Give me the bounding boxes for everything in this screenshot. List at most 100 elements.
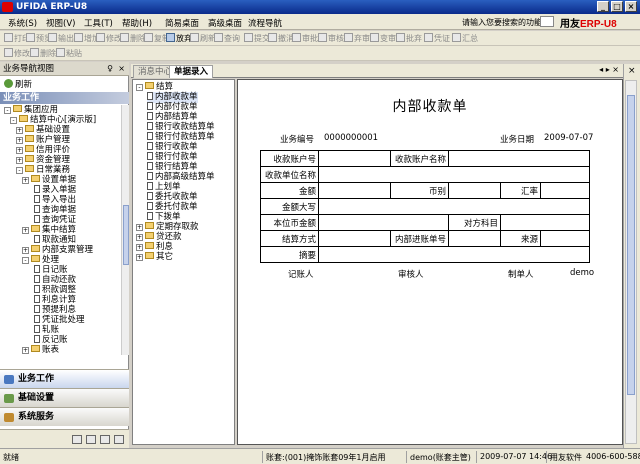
expand-icon[interactable]: + [22,347,29,354]
toolbar-button-16[interactable]: 批弃 [396,33,422,44]
local-amount-field[interactable] [318,214,449,231]
function-search-input[interactable] [540,16,554,27]
settle-method-field[interactable] [318,230,391,247]
maximize-button[interactable]: □ [611,1,623,12]
collapse-icon[interactable]: - [4,107,11,114]
toolbar-button-17[interactable]: 凭证 [424,33,450,44]
nav-tree-label: 凭证批处理 [42,315,85,325]
refresh-button[interactable]: 刷新 [4,78,32,90]
collapse-icon[interactable]: - [22,257,29,264]
expand-icon[interactable]: + [22,227,29,234]
toolbar-icon [48,33,57,42]
expand-icon[interactable]: + [136,244,143,251]
nav-tree-label: 基础设置 [36,125,71,135]
menu-process-nav[interactable]: 流程导航 [248,17,282,29]
expand-icon[interactable]: + [16,157,23,164]
doc-no-label: 业务编号 [280,135,315,145]
close-button[interactable]: × [625,1,637,12]
expand-icon[interactable]: + [16,147,23,154]
summary-field[interactable] [318,246,590,263]
expand-icon[interactable]: + [22,247,29,254]
doc-tree-item[interactable]: + 其它 [136,252,173,263]
nav-tree-label: 反记账 [42,335,68,345]
toolbar-button-1[interactable]: 删除 [30,48,56,59]
nav-close-icon[interactable]: × [118,62,125,76]
menu-tools[interactable]: 工具(T) [84,17,113,29]
basic-settings-icon [4,394,14,403]
menu-view[interactable]: 视图(V) [46,17,75,29]
maker-label: 制单人 [508,270,534,280]
currency-label: 币别 [390,182,449,199]
nav-business-work-button[interactable]: 业务工作 [0,369,129,388]
toolbar-label: 删除 [40,49,56,58]
toolbar-button-0[interactable]: 修改 [4,48,30,59]
toolbar-icon [26,33,35,42]
nav-tree-label: 轧账 [42,325,60,335]
maker-value: demo [570,268,595,278]
voucher-scrollbar[interactable] [625,80,637,444]
menu-help[interactable]: 帮助(H) [122,17,152,29]
toolbar-button-9[interactable]: 查询 [214,33,240,44]
toolbar-button-2[interactable]: 输出 [48,33,74,44]
pin-icon[interactable]: ♀ [107,62,113,76]
toolbar-button-13[interactable]: 审核 [318,33,344,44]
inner-account-field[interactable] [448,230,501,247]
nav-basic-settings-button[interactable]: 基础设置 [0,388,129,407]
document-icon [147,92,153,100]
rate-field[interactable] [540,182,590,199]
tools-icon[interactable] [72,435,82,444]
toolbar-button-5[interactable]: 删除 [120,33,146,44]
collapse-icon[interactable]: - [10,117,17,124]
expand-icon[interactable]: + [136,224,143,231]
nav-panel-header: 业务导航视图 ♀ × [0,62,129,76]
expand-icon[interactable]: + [16,127,23,134]
toolbar-label: 汇总 [462,34,478,43]
toolbar-button-10[interactable]: 提交 [244,33,270,44]
doc-no-value[interactable]: 0000000001 [324,133,378,143]
voucher-scroll-thumb[interactable] [627,95,635,395]
bookkeeper-label: 记账人 [288,270,314,280]
nav-scrollbar[interactable] [121,105,129,355]
tab-close-icon[interactable]: × [628,66,636,76]
folder-icon [145,232,154,239]
settings-icon[interactable] [100,435,110,444]
counter-subject-field[interactable] [500,214,590,231]
amount-field[interactable] [318,182,391,199]
toolbar-button-7[interactable]: 放弃 [166,33,192,44]
receive-account-field[interactable] [318,150,391,167]
collapse-icon[interactable]: - [16,167,23,174]
menu-system[interactable]: 系统(S) [8,17,37,29]
toolbar-button-12[interactable]: 审批 [292,33,318,44]
document-icon [147,192,153,200]
tab-document-entry[interactable]: 单据录入 [169,65,214,78]
toolbar-button-15[interactable]: 变审 [370,33,396,44]
minimize-button[interactable]: _ [597,1,609,12]
expand-icon[interactable]: + [16,137,23,144]
tab-controls[interactable]: ◂ ▸ × [599,65,619,74]
receive-account-name-field[interactable] [448,150,590,167]
toolbar-button-18[interactable]: 汇总 [452,33,478,44]
toolbar-label: 弃审 [354,34,370,43]
add-icon[interactable] [86,435,96,444]
currency-field[interactable] [448,182,501,199]
status-user: demo(账套主管) [410,453,471,462]
date-value[interactable]: 2009-07-07 [544,133,593,143]
menu-simple-desktop[interactable]: 简易桌面 [165,17,199,29]
expand-icon[interactable]: + [136,234,143,241]
toolbar-button-4[interactable]: 修改 [96,33,122,44]
toolbar-button-14[interactable]: 弃审 [344,33,370,44]
nav-basic-settings-label: 基础设置 [18,393,55,403]
toolbar-button-8[interactable]: 刷新 [190,33,216,44]
chevron-down-icon[interactable] [114,435,124,444]
expand-icon[interactable]: + [136,254,143,261]
nav-tree-item[interactable]: + 账表 [22,345,59,355]
brand-prefix: 用友 [560,19,580,30]
collapse-icon[interactable]: - [136,84,143,91]
menu-advanced-desktop[interactable]: 高级桌面 [208,17,242,29]
toolbar-button-11[interactable]: 撤消 [268,33,294,44]
toolbar-button-2[interactable]: 粘贴 [56,48,82,59]
pay-unit-name-field[interactable] [318,166,590,183]
expand-icon[interactable]: + [22,177,29,184]
nav-scroll-thumb[interactable] [123,205,129,265]
nav-system-service-button[interactable]: 系统服务 [0,407,129,426]
